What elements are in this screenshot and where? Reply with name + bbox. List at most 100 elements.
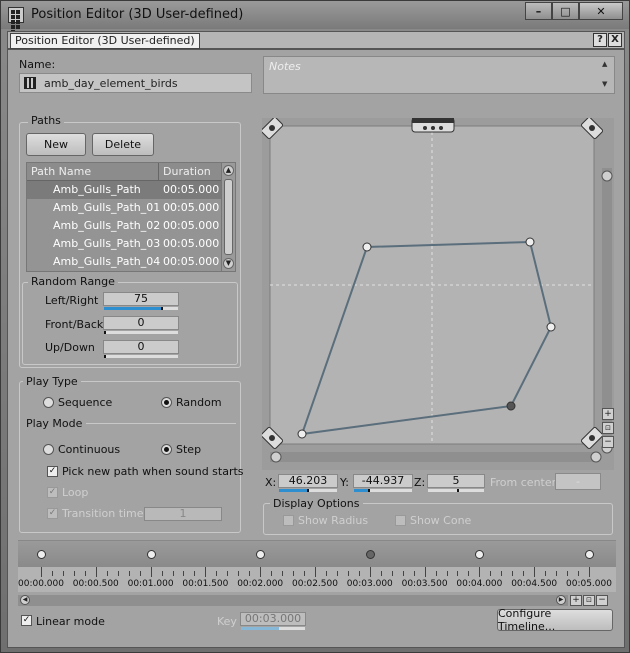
- up-down-slider[interactable]: 0: [103, 340, 179, 358]
- speaker-icon: [411, 118, 455, 133]
- path-point[interactable]: [297, 429, 307, 439]
- position-canvas[interactable]: [262, 118, 614, 470]
- notes-field[interactable]: Notes ▲ ▼: [263, 56, 615, 94]
- position-editor-window: Position Editor (3D User-defined) – □ ✕ …: [0, 0, 630, 653]
- title-bar[interactable]: Position Editor (3D User-defined) – □ ✕: [1, 1, 629, 34]
- continuous-label: Continuous: [58, 443, 121, 456]
- zoom-in-icon[interactable]: +: [602, 408, 614, 420]
- configure-timeline-button[interactable]: Configure Timeline...: [497, 607, 613, 633]
- timeline[interactable]: 00:00.000 00:00.500 00:01.000 00:01.500 00:0…: [18, 540, 616, 592]
- col-duration[interactable]: Duration: [163, 165, 211, 178]
- canvas-scroll-right-icon[interactable]: [590, 451, 602, 463]
- close-button[interactable]: ✕: [579, 2, 623, 20]
- timeline-zoom-out-icon[interactable]: −: [596, 595, 608, 606]
- pick-new-path-checkbox[interactable]: ✓: [47, 466, 58, 477]
- sequence-radio[interactable]: [43, 397, 54, 408]
- transition-time-field[interactable]: 1: [144, 507, 222, 521]
- zoom-out-icon[interactable]: −: [602, 436, 614, 448]
- timeline-tick: [41, 567, 42, 577]
- timeline-scrollbar[interactable]: ◀ ▶: [18, 595, 568, 606]
- timeline-scroll-right-icon[interactable]: ▶: [556, 595, 566, 605]
- window-title: Position Editor (3D User-defined): [31, 7, 244, 22]
- display-options-title: Display Options: [270, 497, 363, 510]
- timeline-zoom-in-icon[interactable]: +: [570, 595, 582, 606]
- canvas-scroll-up-icon[interactable]: [601, 170, 613, 182]
- path-point[interactable]: [546, 322, 556, 332]
- timeline-scroll-left-icon[interactable]: ◀: [20, 595, 30, 605]
- timeline-tick-label: 00:03.000: [346, 579, 393, 589]
- editor-panel: Name: amb_day_element_birds Notes ▲ ▼ Pat…: [7, 49, 625, 648]
- random-radio[interactable]: [161, 397, 172, 408]
- left-right-slider[interactable]: 75: [103, 292, 179, 310]
- timeline-tick: [523, 571, 525, 576]
- timeline-tick: [238, 571, 240, 576]
- x-field[interactable]: 46.203: [278, 474, 338, 492]
- front-back-label: Front/Back: [45, 318, 104, 331]
- left-right-value: 75: [134, 292, 148, 305]
- loop-checkbox[interactable]: ✓: [47, 487, 58, 498]
- linear-mode-checkbox[interactable]: ✓: [21, 615, 32, 626]
- from-center-field[interactable]: -: [555, 473, 601, 490]
- timeline-tick-label: 00:04.500: [511, 579, 558, 589]
- show-cone-checkbox[interactable]: [395, 515, 406, 526]
- tab-close-button[interactable]: X: [608, 33, 622, 47]
- timeline-tick: [468, 571, 470, 576]
- up-down-label: Up/Down: [45, 341, 95, 354]
- continuous-radio[interactable]: [43, 444, 54, 455]
- help-button[interactable]: ?: [593, 33, 607, 47]
- path-point[interactable]: [525, 237, 535, 247]
- key-field[interactable]: 00:03.000: [240, 612, 306, 630]
- minimize-button[interactable]: –: [525, 2, 552, 20]
- name-field[interactable]: amb_day_element_birds: [19, 73, 252, 93]
- path-row[interactable]: Amb_Gulls_Path_03 00:05.000: [27, 235, 222, 253]
- notes-scroll[interactable]: ▲ ▼: [602, 59, 612, 91]
- delete-path-button[interactable]: Delete: [92, 133, 154, 156]
- scroll-down-icon[interactable]: ▼: [223, 258, 234, 269]
- timeline-tick: [578, 571, 580, 576]
- notes-placeholder: Notes: [269, 60, 301, 73]
- name-label: Name:: [19, 58, 56, 71]
- timeline-tick: [391, 571, 393, 576]
- timeline-tick: [556, 571, 558, 576]
- step-radio[interactable]: [161, 444, 172, 455]
- path-point-selected[interactable]: [506, 401, 516, 411]
- timeline-tick-label: 00:02.000: [237, 579, 284, 589]
- timeline-tick: [402, 571, 404, 576]
- play-mode-title: Play Mode: [26, 417, 83, 430]
- path-row[interactable]: Amb_Gulls_Path_01 00:05.000: [27, 199, 222, 217]
- scroll-up-icon[interactable]: ▲: [223, 165, 234, 176]
- canvas-scroll-left-icon[interactable]: [270, 451, 282, 463]
- transition-time-checkbox[interactable]: ✓: [47, 508, 58, 519]
- timeline-key[interactable]: [146, 550, 156, 559]
- path-list-scrollbar[interactable]: ▲ ▼: [221, 163, 235, 271]
- timeline-tick: [106, 571, 108, 576]
- timeline-tick: [51, 571, 53, 576]
- show-radius-checkbox[interactable]: [283, 515, 294, 526]
- timeline-zoom-fit-icon[interactable]: ⊡: [583, 595, 595, 606]
- path-row[interactable]: Amb_Gulls_Path_04 00:05.000: [27, 253, 222, 271]
- timeline-key[interactable]: [585, 550, 594, 559]
- name-value: amb_day_element_birds: [44, 77, 178, 90]
- path-row[interactable]: Amb_Gulls_Path_02 00:05.000: [27, 217, 222, 235]
- z-field[interactable]: 5: [427, 474, 485, 492]
- timeline-tick-label: 00:00.000: [18, 579, 64, 589]
- timeline-key-selected[interactable]: [365, 550, 375, 559]
- timeline-tick: [325, 571, 327, 576]
- new-path-button[interactable]: New: [26, 133, 86, 156]
- timeline-tick: [512, 571, 514, 576]
- timeline-key[interactable]: [37, 550, 46, 559]
- timeline-tick: [227, 571, 229, 576]
- scroll-thumb[interactable]: [224, 179, 233, 255]
- path-row[interactable]: Amb_Gulls_Path 00:05.000: [27, 181, 222, 199]
- y-field[interactable]: -44.937: [353, 474, 413, 492]
- maximize-button[interactable]: □: [552, 2, 579, 20]
- show-radius-label: Show Radius: [298, 514, 369, 527]
- front-back-slider[interactable]: 0: [103, 316, 179, 334]
- timeline-tick: [150, 567, 152, 577]
- tab-position-editor[interactable]: Position Editor (3D User-defined): [10, 33, 200, 49]
- col-path-name[interactable]: Path Name: [31, 165, 91, 178]
- z-label: Z:: [414, 476, 426, 489]
- path-point[interactable]: [362, 242, 372, 252]
- zoom-fit-icon[interactable]: ⊡: [602, 422, 614, 434]
- timeline-tick: [545, 571, 547, 576]
